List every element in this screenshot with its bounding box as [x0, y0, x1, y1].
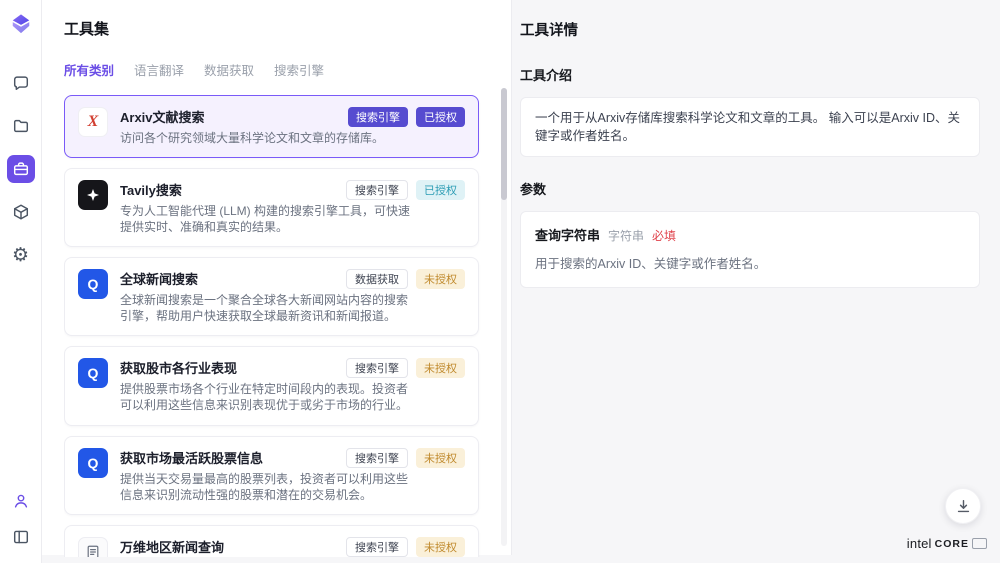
- tab-all-categories[interactable]: 所有类别: [64, 60, 114, 79]
- category-badge: 数据获取: [346, 269, 408, 289]
- cube-icon[interactable]: [7, 198, 35, 226]
- user-icon[interactable]: [7, 487, 35, 515]
- chat-icon[interactable]: [7, 69, 35, 97]
- download-button[interactable]: [945, 488, 981, 524]
- tool-list: X Arxiv文献搜索 访问各个研究领域大量科学论文和文章的存储库。 搜索引擎 …: [64, 95, 489, 557]
- tool-description: 专为人工智能代理 (LLM) 构建的搜索引擎工具，可快速提供实时、准确和真实的结…: [120, 203, 412, 235]
- stock-api-logo-icon: Q: [78, 358, 108, 388]
- intel-badge-icon: [972, 538, 987, 549]
- page-title: 工具集: [64, 18, 489, 39]
- scrollbar-thumb[interactable]: [501, 88, 507, 200]
- tab-search-engine[interactable]: 搜索引擎: [274, 60, 324, 79]
- app-window: ⚙ 工具集 所有类别 语言翻译 数据获取 搜索引擎: [0, 0, 1000, 563]
- category-badge: 搜索引擎: [346, 180, 408, 200]
- tavily-logo-icon: [78, 180, 108, 210]
- gear-icon[interactable]: ⚙: [7, 241, 35, 269]
- tool-card-global-news[interactable]: Q 全球新闻搜索 全球新闻搜索是一个聚合全球各大新闻网站内容的搜索引擎，帮助用户…: [64, 257, 479, 336]
- sidebar: ⚙: [0, 0, 42, 563]
- tool-card-tavily[interactable]: Tavily搜索 专为人工智能代理 (LLM) 构建的搜索引擎工具，可快速提供实…: [64, 168, 479, 247]
- parameter-description: 用于搜索的Arxiv ID、关键字或作者姓名。: [535, 253, 965, 272]
- tool-description: 提供当天交易量最高的股票列表，投资者可以利用这些信息来识别流动性强的股票和潜在的…: [120, 471, 412, 503]
- arxiv-logo-icon: X: [78, 107, 108, 137]
- sidebar-bottom: [7, 487, 35, 551]
- toolset-panel: 工具集 所有类别 语言翻译 数据获取 搜索引擎 X Arxiv文献搜索 访问各个…: [42, 0, 512, 555]
- tool-card-sector-performance[interactable]: Q 获取股市各行业表现 提供股票市场各个行业在特定时间段内的表现。投资者可以利用…: [64, 346, 479, 425]
- tool-detail-panel: 工具详情 工具介绍 一个用于从Arxiv存储库搜索科学论文和文章的工具。 输入可…: [512, 0, 1000, 563]
- tool-description: 全球新闻搜索是一个聚合全球各大新闻网站内容的搜索引擎，帮助用户快速获取全球最新资…: [120, 292, 412, 324]
- category-badge: 搜索引擎: [348, 107, 408, 127]
- layout-toggle-icon[interactable]: [7, 523, 35, 551]
- params-heading: 参数: [520, 179, 980, 198]
- scrollbar[interactable]: [501, 88, 507, 546]
- core-wordmark: CORE: [935, 538, 969, 550]
- tool-badges: 数据获取 未授权: [346, 269, 465, 289]
- app-logo-icon[interactable]: [10, 13, 32, 35]
- tool-badges: 搜索引擎 已授权: [348, 107, 465, 127]
- tool-card-active-stocks[interactable]: Q 获取市场最活跃股票信息 提供当天交易量最高的股票列表，投资者可以利用这些信息…: [64, 436, 479, 515]
- stock-api-logo-icon: Q: [78, 448, 108, 478]
- tool-card-regional-news[interactable]: 万维地区新闻查询 查询具体行政区划内的新闻，快速了解各地新闻动 搜索引擎 未授权: [64, 525, 479, 557]
- tool-intro-text: 一个用于从Arxiv存储库搜索科学论文和文章的工具。 输入可以是Arxiv ID…: [520, 97, 980, 157]
- category-badge: 搜索引擎: [346, 358, 408, 378]
- tool-description: 访问各个研究领域大量科学论文和文章的存储库。: [120, 130, 412, 146]
- category-tabs: 所有类别 语言翻译 数据获取 搜索引擎: [64, 60, 489, 79]
- auth-status-badge: 未授权: [416, 269, 465, 289]
- parameter-card: 查询字符串 字符串 必填 用于搜索的Arxiv ID、关键字或作者姓名。: [520, 211, 980, 288]
- tab-language-translation[interactable]: 语言翻译: [134, 60, 184, 79]
- detail-title: 工具详情: [520, 19, 980, 40]
- category-badge: 搜索引擎: [346, 448, 408, 468]
- parameter-name: 查询字符串: [535, 225, 600, 244]
- required-flag: 必填: [652, 227, 676, 244]
- tool-badges: 搜索引擎 未授权: [346, 537, 465, 557]
- tool-description: 提供股票市场各个行业在特定时间段内的表现。投资者可以利用这些信息来识别表现优于或…: [120, 381, 412, 413]
- news-search-logo-icon: Q: [78, 269, 108, 299]
- auth-status-badge: 已授权: [416, 180, 465, 200]
- tab-data-fetch[interactable]: 数据获取: [204, 60, 254, 79]
- category-badge: 搜索引擎: [346, 537, 408, 557]
- intro-heading: 工具介绍: [520, 65, 980, 84]
- briefcase-icon[interactable]: [7, 155, 35, 183]
- tool-badges: 搜索引擎 未授权: [346, 358, 465, 378]
- document-icon: [78, 537, 108, 557]
- intel-core-logo: intel CORE: [907, 536, 987, 551]
- tool-badges: 搜索引擎 已授权: [346, 180, 465, 200]
- folder-icon[interactable]: [7, 112, 35, 140]
- auth-status-badge: 未授权: [416, 537, 465, 557]
- auth-status-badge: 已授权: [416, 107, 465, 127]
- auth-status-badge: 未授权: [416, 358, 465, 378]
- intel-wordmark: intel: [907, 536, 932, 551]
- auth-status-badge: 未授权: [416, 448, 465, 468]
- parameter-type: 字符串: [608, 227, 644, 244]
- parameter-header: 查询字符串 字符串 必填: [535, 225, 965, 244]
- tool-card-arxiv[interactable]: X Arxiv文献搜索 访问各个研究领域大量科学论文和文章的存储库。 搜索引擎 …: [64, 95, 479, 158]
- tool-badges: 搜索引擎 未授权: [346, 448, 465, 468]
